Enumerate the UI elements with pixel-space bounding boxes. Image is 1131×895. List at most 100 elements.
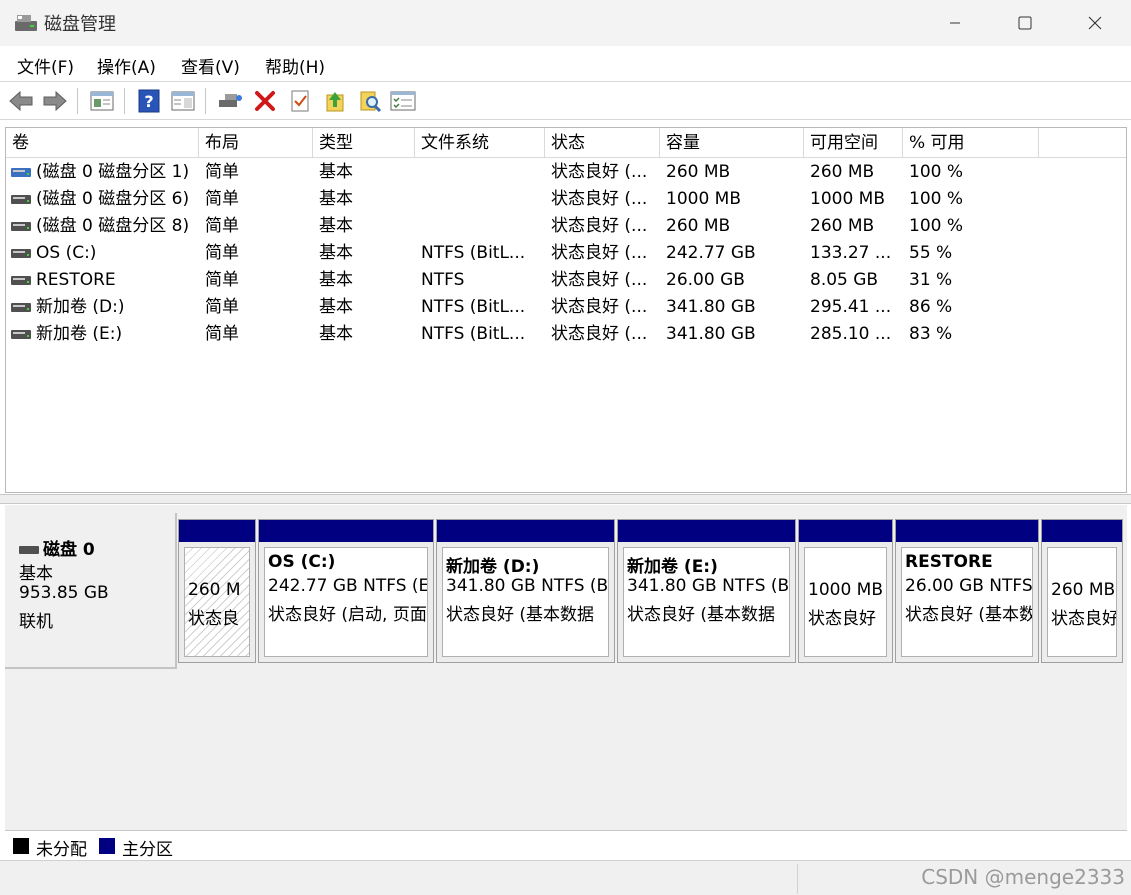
forward-button[interactable] bbox=[42, 88, 68, 114]
partition-type-bar bbox=[799, 520, 892, 542]
help-icon: ? bbox=[138, 89, 160, 113]
disk-status: 联机 bbox=[19, 612, 53, 632]
svg-text:?: ? bbox=[144, 92, 153, 111]
cell-filesystem bbox=[415, 213, 545, 240]
menu-bar: 文件(F) 操作(A) 查看(V) 帮助(H) bbox=[0, 46, 1131, 82]
cell-type: 基本 bbox=[319, 189, 353, 209]
volume-list: 卷 布局 类型 文件系统 状态 容量 可用空间 % 可用 (磁盘 0 磁盘分区 … bbox=[5, 127, 1127, 493]
toolbar: ? bbox=[0, 82, 1131, 120]
legend-swatch-unallocated bbox=[13, 838, 29, 854]
column-header-status[interactable]: 状态 bbox=[545, 128, 660, 158]
cell-layout: 简单 bbox=[205, 216, 239, 236]
volume-row[interactable]: RESTORE 简单 基本 NTFS 状态良好 (... 26.00 GB 8.05 GB 3… bbox=[6, 267, 1126, 294]
cell-status: 状态良好 (... bbox=[551, 324, 648, 344]
cell-percent-free: 86 % bbox=[909, 297, 953, 317]
menu-action[interactable]: 操作(A) bbox=[97, 53, 156, 78]
check-button[interactable] bbox=[287, 88, 313, 114]
minimize-button[interactable] bbox=[920, 0, 990, 46]
up-button[interactable] bbox=[322, 88, 348, 114]
show-pane-icon bbox=[171, 91, 195, 111]
legend: 未分配 主分区 bbox=[5, 830, 1127, 860]
partition-status: 状态良好 (基本数据 bbox=[446, 605, 595, 625]
partition-content: 新加卷 (D:) 341.80 GB NTFS (B 状态良好 (基本数据 bbox=[442, 547, 609, 657]
partition-type-bar bbox=[437, 520, 614, 542]
cell-type: 基本 bbox=[319, 324, 353, 344]
cell-filesystem bbox=[415, 186, 545, 213]
delete-icon bbox=[255, 91, 275, 111]
list-view-button[interactable] bbox=[390, 88, 416, 114]
partition-content: OS (C:) 242.77 GB NTFS (E 状态良好 (启动, 页面 bbox=[264, 547, 428, 657]
partition-type-bar bbox=[179, 520, 255, 542]
partition-block[interactable]: RESTORE 26.00 GB NTFS 状态良好 (基本数 bbox=[895, 519, 1039, 663]
partition-status: 状态良好 (启动, 页面 bbox=[268, 605, 427, 625]
partition-strip: 260 M 状态良 OS (C:) 242.77 GB NTFS (E 状态良好 (启动… bbox=[178, 519, 1123, 663]
partition-block[interactable]: 1000 MB 状态良好 bbox=[798, 519, 893, 663]
volume-row[interactable]: (磁盘 0 磁盘分区 1) 简单 基本 状态良好 (... 260 MB 260 MB 10… bbox=[6, 159, 1126, 186]
partition-type-bar bbox=[896, 520, 1038, 542]
cell-layout: 简单 bbox=[205, 162, 239, 182]
column-header-filesystem[interactable]: 文件系统 bbox=[415, 128, 545, 158]
cell-filesystem: NTFS bbox=[421, 270, 465, 290]
partition-block[interactable]: OS (C:) 242.77 GB NTFS (E 状态良好 (启动, 页面 bbox=[258, 519, 434, 663]
cell-free-space: 295.41 ... bbox=[810, 297, 892, 317]
column-header-free-space[interactable]: 可用空间 bbox=[804, 128, 903, 158]
close-button[interactable] bbox=[1060, 0, 1130, 46]
cell-type: 基本 bbox=[319, 162, 353, 182]
help-button[interactable]: ? bbox=[136, 88, 162, 114]
cell-capacity: 1000 MB bbox=[666, 189, 741, 209]
menu-view[interactable]: 查看(V) bbox=[181, 53, 240, 78]
volume-row[interactable]: (磁盘 0 磁盘分区 6) 简单 基本 状态良好 (... 1000 MB 1000 MB… bbox=[6, 186, 1126, 213]
cell-status: 状态良好 (... bbox=[551, 297, 648, 317]
menu-help[interactable]: 帮助(H) bbox=[265, 53, 325, 78]
partition-status: 状态良好 (基本数据 bbox=[627, 605, 776, 625]
properties-button[interactable] bbox=[89, 88, 115, 114]
forward-arrow-icon bbox=[43, 90, 67, 112]
cell-volume: OS (C:) bbox=[36, 243, 97, 263]
volume-row[interactable]: 新加卷 (D:) 简单 基本 NTFS (BitL... 状态良好 (... 341.80… bbox=[6, 294, 1126, 321]
cell-free-space: 8.05 GB bbox=[810, 270, 879, 290]
search-button[interactable] bbox=[357, 88, 383, 114]
cell-percent-free: 100 % bbox=[909, 216, 964, 236]
partition-name: 新加卷 (D:) bbox=[446, 557, 540, 577]
cell-free-space: 260 MB bbox=[810, 162, 875, 182]
connect-disk-icon bbox=[219, 94, 242, 107]
minimize-icon bbox=[950, 22, 960, 24]
menu-file[interactable]: 文件(F) bbox=[17, 53, 74, 78]
partition-status: 状态良 bbox=[188, 609, 239, 629]
disk-icon bbox=[19, 546, 39, 554]
partition-block[interactable]: 新加卷 (D:) 341.80 GB NTFS (B 状态良好 (基本数据 bbox=[436, 519, 615, 663]
connect-disk-button[interactable] bbox=[217, 88, 243, 114]
delete-button[interactable] bbox=[252, 88, 278, 114]
close-icon bbox=[1088, 16, 1102, 30]
column-header-capacity[interactable]: 容量 bbox=[660, 128, 804, 158]
legend-swatch-primary bbox=[99, 838, 115, 854]
maximize-icon bbox=[1018, 16, 1032, 30]
back-button[interactable] bbox=[8, 88, 34, 114]
disk-management-app-icon bbox=[15, 15, 37, 31]
partition-block[interactable]: 260 MB 状态良好 bbox=[1041, 519, 1123, 663]
maximize-button[interactable] bbox=[990, 0, 1060, 46]
cell-free-space: 1000 MB bbox=[810, 189, 885, 209]
disk-info-panel[interactable]: 磁盘 0 基本 953.85 GB 联机 bbox=[5, 513, 177, 669]
pane-splitter[interactable] bbox=[0, 494, 1131, 504]
column-header-layout[interactable]: 布局 bbox=[199, 128, 313, 158]
legend-label-unallocated: 未分配 bbox=[36, 840, 87, 860]
partition-status: 状态良好 bbox=[808, 609, 876, 629]
column-header-volume[interactable]: 卷 bbox=[6, 128, 199, 158]
list-view-icon bbox=[390, 91, 416, 111]
volume-row[interactable]: (磁盘 0 磁盘分区 8) 简单 基本 状态良好 (... 260 MB 260 MB 10… bbox=[6, 213, 1126, 240]
column-header-percent-free[interactable]: % 可用 bbox=[903, 128, 1039, 158]
column-header-type[interactable]: 类型 bbox=[313, 128, 415, 158]
volume-row[interactable]: OS (C:) 简单 基本 NTFS (BitL... 状态良好 (... 242.77 … bbox=[6, 240, 1126, 267]
partition-block[interactable]: 新加卷 (E:) 341.80 GB NTFS (B 状态良好 (基本数据 bbox=[617, 519, 796, 663]
cell-status: 状态良好 (... bbox=[551, 162, 648, 182]
partition-block[interactable]: 260 M 状态良 bbox=[178, 519, 256, 663]
legend-label-primary: 主分区 bbox=[122, 840, 173, 860]
partition-name: RESTORE bbox=[905, 552, 993, 572]
cell-status: 状态良好 (... bbox=[551, 216, 648, 236]
show-hide-pane-button[interactable] bbox=[170, 88, 196, 114]
cell-percent-free: 100 % bbox=[909, 162, 964, 182]
cell-type: 基本 bbox=[319, 216, 353, 236]
cell-type: 基本 bbox=[319, 270, 353, 290]
volume-row[interactable]: 新加卷 (E:) 简单 基本 NTFS (BitL... 状态良好 (... 341.80… bbox=[6, 321, 1126, 348]
